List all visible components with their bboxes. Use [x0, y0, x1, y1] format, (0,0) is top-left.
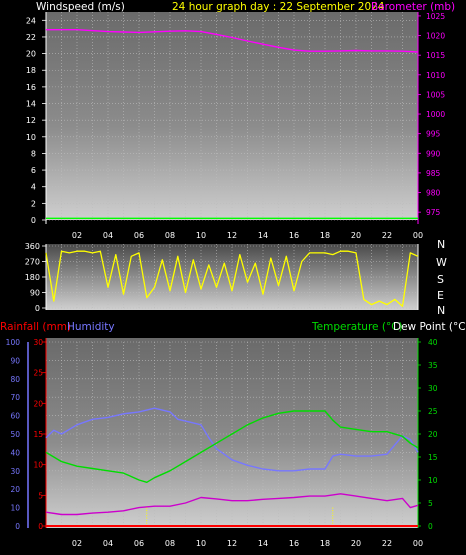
compass-label-w: W	[436, 256, 447, 269]
y-tick-label-humidity: 50	[10, 430, 20, 439]
compass-label-e: E	[437, 289, 444, 302]
x-tick-label: 14	[258, 539, 268, 548]
y-tick-label-humidity: 10	[10, 504, 20, 513]
y-tick-label-humidity: 60	[10, 412, 20, 421]
x-tick-label: 16	[289, 231, 299, 240]
x-tick-label: 06	[134, 231, 144, 240]
dewpoint-axis-title: Dew Point (°C)	[393, 321, 466, 333]
y-tick-label-baro: 980	[426, 189, 441, 198]
x-tick-label: 12	[227, 231, 237, 240]
y-tick-label-rain: 20	[33, 399, 43, 408]
chart-title: 24 hour graph day : 22 September 2024	[172, 1, 385, 13]
x-tick-label: 06	[134, 539, 144, 548]
x-tick-label: 00	[413, 539, 423, 548]
y-tick-label-baro: 990	[426, 149, 441, 158]
compass-label-n-bottom: N	[437, 304, 445, 317]
windspeed-axis-title: Windspeed (m/s)	[36, 1, 125, 13]
x-tick-label: 10	[196, 231, 206, 240]
y-tick-label-rain: 15	[33, 430, 43, 439]
x-tick-label: 02	[72, 231, 82, 240]
y-tick-label-wind: 2	[31, 199, 36, 208]
y-tick-label-temp: 5	[428, 499, 433, 508]
x-tick-label: 18	[320, 231, 330, 240]
y-tick-label-wind: 0	[31, 216, 36, 225]
y-tick-label-wind: 6	[31, 166, 36, 175]
x-tick-label: 20	[351, 231, 361, 240]
y-tick-label-humidity: 40	[10, 448, 20, 457]
y-tick-label-direction: 0	[35, 304, 40, 313]
y-tick-label-baro: 975	[426, 208, 441, 217]
compass-label-s: S	[437, 273, 444, 286]
y-tick-label-baro: 1010	[426, 71, 445, 80]
y-tick-label-temp: 25	[428, 407, 438, 416]
x-tick-label: 08	[165, 539, 175, 548]
y-tick-label-rain: 25	[33, 369, 43, 378]
x-tick-label: 12	[227, 539, 237, 548]
y-tick-label-baro: 985	[426, 169, 441, 178]
x-tick-label: 22	[382, 539, 392, 548]
y-tick-label-temp: 0	[428, 522, 433, 531]
y-tick-label-direction: 270	[25, 258, 40, 267]
x-tick-label: 08	[165, 231, 175, 240]
y-tick-label-direction: 360	[25, 242, 40, 251]
y-tick-label-wind: 18	[26, 66, 36, 75]
y-tick-label-humidity: 20	[10, 485, 20, 494]
y-tick-label-humidity: 70	[10, 393, 20, 402]
y-tick-label-rain: 0	[38, 522, 43, 531]
y-tick-label-humidity: 0	[15, 522, 20, 531]
y-tick-label-wind: 12	[26, 116, 36, 125]
y-tick-label-direction: 180	[25, 273, 40, 282]
x-tick-label: 14	[258, 231, 268, 240]
temperature-axis-title: Temperature (°C)	[311, 321, 403, 333]
y-tick-label-humidity: 80	[10, 375, 20, 384]
wind-baro-plot-area	[46, 12, 418, 220]
weather-graph: Windspeed (m/s) 24 hour graph day : 22 S…	[0, 1, 466, 548]
x-tick-label: 20	[351, 539, 361, 548]
y-tick-label-humidity: 100	[6, 338, 21, 347]
rainfall-axis-title: Rainfall (mm)	[0, 321, 71, 333]
y-tick-label-baro: 1005	[426, 90, 445, 99]
y-tick-label-humidity: 90	[10, 356, 20, 365]
y-tick-label-temp: 20	[428, 430, 438, 439]
y-tick-label-baro: 1025	[426, 12, 445, 21]
y-tick-label-baro: 1015	[426, 51, 445, 60]
y-tick-label-temp: 10	[428, 476, 438, 485]
y-tick-label-temp: 30	[428, 384, 438, 393]
humidity-axis-title: Humidity	[67, 321, 115, 333]
y-tick-label-rain: 5	[38, 491, 43, 500]
y-tick-label-rain: 30	[33, 338, 43, 347]
x-tick-label: 22	[382, 231, 392, 240]
x-tick-label: 18	[320, 539, 330, 548]
x-tick-label: 16	[289, 539, 299, 548]
x-tick-label: 00	[413, 231, 423, 240]
y-tick-label-wind: 16	[26, 83, 36, 92]
x-tick-label: 04	[103, 539, 113, 548]
y-tick-label-rain: 10	[33, 461, 43, 470]
y-tick-label-direction: 90	[30, 289, 40, 298]
y-tick-label-temp: 40	[428, 338, 438, 347]
y-tick-label-temp: 15	[428, 453, 438, 462]
y-tick-label-wind: 14	[26, 100, 36, 109]
y-tick-label-wind: 22	[26, 33, 36, 42]
x-tick-label: 02	[72, 539, 82, 548]
y-tick-label-humidity: 30	[10, 467, 20, 476]
y-tick-label-baro: 995	[426, 130, 441, 139]
y-tick-label-wind: 4	[31, 183, 36, 192]
y-tick-label-wind: 10	[26, 133, 36, 142]
x-tick-label: 04	[103, 231, 113, 240]
y-tick-label-wind: 20	[26, 50, 36, 59]
compass-labels: N W S E N	[436, 238, 447, 317]
y-tick-label-wind: 8	[31, 149, 36, 158]
x-tick-label: 10	[196, 539, 206, 548]
y-tick-label-wind: 24	[26, 16, 36, 25]
compass-label-n-top: N	[437, 238, 445, 251]
y-tick-label-baro: 1000	[426, 110, 445, 119]
y-tick-label-baro: 1020	[426, 32, 445, 41]
y-tick-label-temp: 35	[428, 361, 438, 370]
